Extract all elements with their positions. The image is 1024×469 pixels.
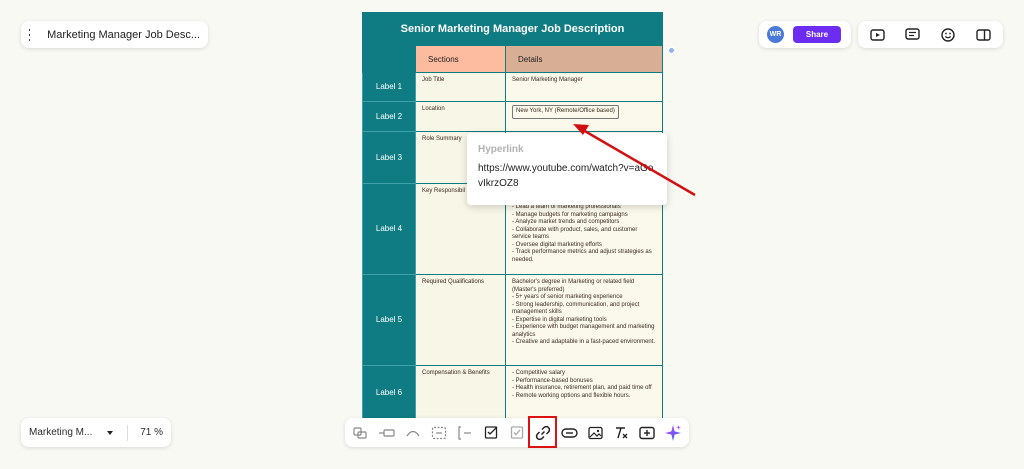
row-label: Label 3: [362, 131, 416, 184]
row-label: Label 5: [362, 274, 416, 366]
job-description-document[interactable]: Senior Marketing Manager Job Description…: [362, 12, 663, 420]
image-icon[interactable]: [585, 423, 605, 443]
row-label: Label 1: [362, 72, 416, 102]
ai-sparkle-icon[interactable]: [663, 423, 683, 443]
panel-icon[interactable]: [976, 27, 992, 43]
chevron-down-icon[interactable]: [107, 430, 114, 435]
row-label: Label 2: [362, 101, 416, 132]
row-details: Bachelor's degree in Marketing or relate…: [505, 274, 663, 366]
table-row: Label 1 Job Title Senior Marketing Manag…: [362, 72, 663, 102]
row-section: Job Title: [415, 72, 506, 102]
table-header-row: Sections Details: [362, 45, 663, 73]
popup-title: Hyperlink: [478, 144, 524, 155]
details-header: Details: [505, 45, 663, 73]
page-zoom-panel: Marketing M... 71 %: [21, 418, 171, 447]
line-icon[interactable]: [377, 423, 397, 443]
share-button[interactable]: Share: [793, 26, 841, 43]
sections-header: Sections: [415, 45, 506, 73]
document-title-panel: Marketing Manager Job Desc...: [21, 21, 208, 48]
embed-icon[interactable]: [559, 423, 579, 443]
row-section: Compensation & Benefits: [415, 365, 506, 420]
divider: [127, 424, 129, 441]
curve-icon[interactable]: [403, 423, 423, 443]
job-table: Sections Details Label 1 Job Title Senio…: [362, 45, 663, 420]
document-heading: Senior Marketing Manager Job Description: [362, 12, 663, 45]
link-tool-highlight: [528, 416, 557, 448]
location-link-text[interactable]: New York, NY (Remote/Office based): [512, 105, 619, 119]
add-handle-icon[interactable]: [668, 47, 675, 54]
zoom-level[interactable]: 71 %: [140, 427, 163, 438]
document-title[interactable]: Marketing Manager Job Desc...: [47, 29, 200, 41]
row-section: Required Qualifications: [415, 274, 506, 366]
add-icon[interactable]: [637, 423, 657, 443]
menu-icon[interactable]: [29, 28, 31, 41]
checkbox-icon[interactable]: [507, 423, 527, 443]
table-row: Label 6 Compensation & Benefits - Compet…: [362, 365, 663, 420]
row-details: - Competitive salary - Performance-based…: [505, 365, 663, 420]
hyperlink-url[interactable]: https://www.youtube.com/watch?v=aGovIkrz…: [478, 161, 656, 191]
frame-icon[interactable]: [429, 423, 449, 443]
bracket-icon[interactable]: [455, 423, 475, 443]
page-name[interactable]: Marketing M...: [29, 427, 103, 438]
user-avatar[interactable]: WR: [767, 26, 784, 43]
clear-format-icon[interactable]: [611, 423, 631, 443]
top-tools-panel: [858, 21, 1003, 48]
share-panel: WR Share: [759, 21, 851, 48]
bottom-toolbar: [345, 418, 689, 447]
comment-icon[interactable]: [905, 27, 921, 43]
hyperlink-popup: Hyperlink https://www.youtube.com/watch?…: [467, 133, 667, 205]
label-header-cell: [362, 45, 416, 73]
note-icon[interactable]: [481, 423, 501, 443]
table-row: Label 5 Required Qualifications Bachelor…: [362, 274, 663, 366]
connector-icon[interactable]: [351, 423, 371, 443]
row-section: Location: [415, 101, 506, 132]
row-label: Label 4: [362, 183, 416, 275]
row-details: New York, NY (Remote/Office based): [505, 101, 663, 132]
present-icon[interactable]: [869, 27, 885, 43]
emoji-icon[interactable]: [940, 27, 956, 43]
row-label: Label 6: [362, 365, 416, 420]
table-row: Label 2 Location New York, NY (Remote/Of…: [362, 101, 663, 132]
row-details: Senior Marketing Manager: [505, 72, 663, 102]
